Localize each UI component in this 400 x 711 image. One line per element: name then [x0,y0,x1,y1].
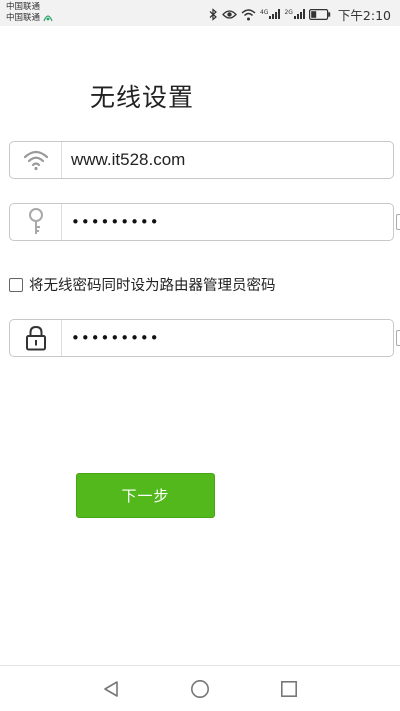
carrier-info: 中国联通 中国联通 [6,2,53,23]
lock-icon [25,325,46,351]
wifi-icon-cell [10,142,62,178]
hd-call-icon [43,15,53,22]
wifi-name-input[interactable]: www.it528.com [62,150,185,170]
same-password-option[interactable]: 将无线密码同时设为路由器管理员密码 [9,274,276,295]
status-bar: 中国联通 中国联通 4G 2G 下午2:10 [0,0,400,26]
next-button[interactable]: 下一步 [76,473,215,518]
signal-2-icon: 2G [284,9,305,20]
wifi-name-field[interactable]: www.it528.com [9,141,394,179]
home-button[interactable] [189,678,211,700]
password-visibility-tab[interactable] [396,214,400,230]
same-password-checkbox[interactable] [9,277,23,292]
navigation-bar [0,665,400,711]
wifi-icon [23,150,48,171]
back-button[interactable] [100,678,122,700]
lock-icon-cell [10,320,62,356]
admin-password-field[interactable]: ••••••••• [9,319,394,357]
same-password-label: 将无线密码同时设为路由器管理员密码 [29,278,276,294]
eye-icon [222,10,237,19]
battery-icon [308,9,331,20]
carrier-1-label: 中国联通 [6,2,41,12]
home-icon [191,680,209,698]
recents-button[interactable] [278,678,300,700]
admin-password-input[interactable]: ••••••••• [62,329,160,347]
back-icon [104,681,118,697]
carrier-2-label: 中国联通 [6,12,41,23]
recents-icon [280,680,297,697]
clock: 下午2:10 [337,8,391,23]
bluetooth-icon [209,8,217,21]
wifi-password-field[interactable]: ••••••••• [9,203,394,241]
key-icon [28,208,43,234]
signal-1-icon: 4G [260,9,281,20]
page-title: 无线设置 [90,83,195,112]
wifi-icon [241,8,256,20]
admin-password-visibility-tab[interactable] [396,330,400,346]
key-icon-cell [10,204,62,240]
status-icons: 4G 2G 下午2:10 [209,5,391,24]
wifi-password-input[interactable]: ••••••••• [62,213,160,231]
